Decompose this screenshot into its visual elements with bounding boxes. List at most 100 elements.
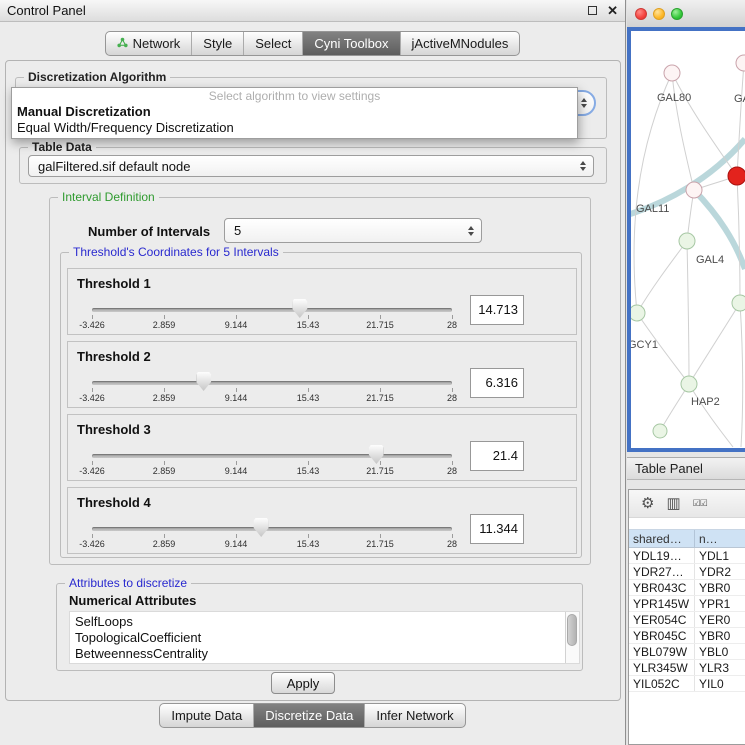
table-row[interactable]: YBL079WYBL0: [629, 644, 745, 660]
number-of-intervals-label: Number of Intervals: [88, 224, 210, 239]
algorithm-option-equal-width-frequency-discretization[interactable]: Equal Width/Frequency Discretization: [12, 120, 577, 136]
network-edge[interactable]: [737, 176, 740, 303]
network-edge[interactable]: [689, 384, 733, 447]
combo-arrows-icon: [580, 161, 586, 171]
slider-thumb[interactable]: [254, 518, 269, 537]
network-node-selected[interactable]: [728, 167, 745, 185]
threshold-4-value-field[interactable]: 11.344: [470, 514, 524, 544]
threshold-3-value-field[interactable]: 21.4: [470, 441, 524, 471]
slider-track[interactable]: [92, 527, 452, 531]
network-edge[interactable]: [637, 241, 687, 313]
slider-tick-label: 9.144: [225, 393, 248, 403]
slider-tick: [164, 534, 165, 538]
gear-icon[interactable]: ⚙: [641, 496, 654, 511]
network-edge[interactable]: [737, 63, 744, 176]
slider-thumb[interactable]: [292, 299, 307, 318]
column-header-1[interactable]: shared…: [629, 530, 695, 547]
interval-definition-group: Interval Definition Number of Intervals …: [49, 197, 591, 565]
table-row[interactable]: YPR145WYPR1: [629, 596, 745, 612]
slider-thumb[interactable]: [196, 372, 211, 391]
network-edge[interactable]: [687, 241, 689, 384]
network-edge[interactable]: [634, 73, 672, 313]
control-panel-titlebar: Control Panel ✕: [0, 0, 625, 22]
threshold-3-slider[interactable]: -3.4262.8599.14415.4321.71528: [92, 445, 452, 479]
table-row[interactable]: YBR045CYBR0: [629, 628, 745, 644]
threshold-4-slider[interactable]: -3.4262.8599.14415.4321.71528: [92, 518, 452, 552]
attribute-item[interactable]: TopologicalCoefficient: [75, 630, 565, 646]
network-edge[interactable]: [672, 73, 694, 190]
attribute-item[interactable]: SelfLoops: [75, 614, 565, 630]
table-row[interactable]: YDL19…YDL1: [629, 548, 745, 564]
tab-infer-network[interactable]: Infer Network: [364, 704, 464, 727]
attribute-item[interactable]: BetweennessCentrality: [75, 646, 565, 662]
select-rows-icon[interactable]: ☑☑: [693, 499, 707, 508]
slider-tick: [452, 315, 453, 319]
network-node[interactable]: [686, 182, 702, 198]
tab-style[interactable]: Style: [191, 32, 243, 55]
control-panel: Control Panel ✕ Network Style SelectCyni T…: [0, 0, 626, 745]
network-window: GAL80GAL1GAL11GAL4GCY1HAP2 Table Panel ⚙…: [627, 0, 745, 745]
network-edge[interactable]: [740, 303, 743, 447]
threshold-1-value-field[interactable]: 14.713: [470, 295, 524, 325]
threshold-1-panel: Threshold 1-3.4262.8599.14415.4321.71528…: [67, 268, 577, 335]
network-node[interactable]: [631, 305, 645, 321]
network-node[interactable]: [679, 233, 695, 249]
threshold-1-slider[interactable]: -3.4262.8599.14415.4321.71528: [92, 299, 452, 333]
slider-tick-label: 21.715: [366, 393, 394, 403]
slider-thumb[interactable]: [369, 445, 384, 464]
slider-tick: [380, 461, 381, 465]
list-scrollbar[interactable]: [565, 612, 579, 663]
float-window-icon[interactable]: [588, 6, 597, 15]
network-canvas[interactable]: GAL80GAL1GAL11GAL4GCY1HAP2: [627, 27, 745, 452]
slider-track[interactable]: [92, 381, 452, 385]
table-panel-header: Table Panel: [627, 457, 745, 480]
slider-track[interactable]: [92, 308, 452, 312]
tab-cyni-toolbox[interactable]: Cyni Toolbox: [302, 32, 399, 55]
table-row[interactable]: YLR345WYLR3: [629, 660, 745, 676]
algorithm-option-manual-discretization[interactable]: Manual Discretization: [12, 104, 577, 120]
table-cell: YDL1: [695, 548, 745, 563]
network-node[interactable]: [732, 295, 745, 311]
slider-tick-label: 21.715: [366, 320, 394, 330]
slider-tick: [236, 315, 237, 319]
table-cell: YBR045C: [629, 628, 695, 643]
slider-track[interactable]: [92, 454, 452, 458]
table-row[interactable]: YBR043CYBR0: [629, 580, 745, 596]
tab-label: Style: [203, 36, 232, 51]
network-node[interactable]: [681, 376, 697, 392]
network-node[interactable]: [664, 65, 680, 81]
table-data-select[interactable]: galFiltered.sif default node: [28, 155, 594, 177]
table-toolbar: ⚙ ▥ ☑☑: [629, 490, 745, 518]
tab-jactivemnodules[interactable]: jActiveMNodules: [400, 32, 520, 55]
table-cell: YPR145W: [629, 596, 695, 611]
table-row[interactable]: YDR27…YDR2: [629, 564, 745, 580]
slider-tick-label: 9.144: [225, 539, 248, 549]
close-icon[interactable]: ✕: [607, 4, 618, 17]
tab-select[interactable]: Select: [243, 32, 302, 55]
column-header-2[interactable]: n…: [695, 530, 745, 547]
apply-button[interactable]: Apply: [271, 672, 335, 694]
slider-tick: [308, 461, 309, 465]
network-edge[interactable]: [689, 303, 740, 384]
slider-tick: [92, 315, 93, 319]
zoom-traffic-light-icon[interactable]: [671, 8, 683, 20]
close-traffic-light-icon[interactable]: [635, 8, 647, 20]
tab-discretize-data[interactable]: Discretize Data: [253, 704, 364, 727]
number-of-intervals-select[interactable]: 5: [224, 218, 482, 243]
slider-tick-label: 2.859: [153, 466, 176, 476]
table-row[interactable]: YIL052CYIL0: [629, 676, 745, 692]
scrollbar-thumb[interactable]: [567, 614, 577, 646]
threshold-2-slider[interactable]: -3.4262.8599.14415.4321.71528: [92, 372, 452, 406]
threshold-2-value-field[interactable]: 6.316: [470, 368, 524, 398]
minimize-traffic-light-icon[interactable]: [653, 8, 665, 20]
slider-tick: [308, 388, 309, 392]
network-node[interactable]: [736, 55, 745, 71]
tab-label: Discretize Data: [265, 708, 353, 723]
columns-icon[interactable]: ▥: [666, 496, 680, 511]
tab-impute-data[interactable]: Impute Data: [160, 704, 253, 727]
algorithm-placeholder-option[interactable]: Select algorithm to view settings: [12, 89, 577, 104]
bottom-tabs-segment: Impute Data Discretize Data Infer Network: [159, 703, 465, 728]
network-node[interactable]: [653, 424, 667, 438]
tab-network[interactable]: Network: [106, 32, 192, 55]
table-row[interactable]: YER054CYER0: [629, 612, 745, 628]
